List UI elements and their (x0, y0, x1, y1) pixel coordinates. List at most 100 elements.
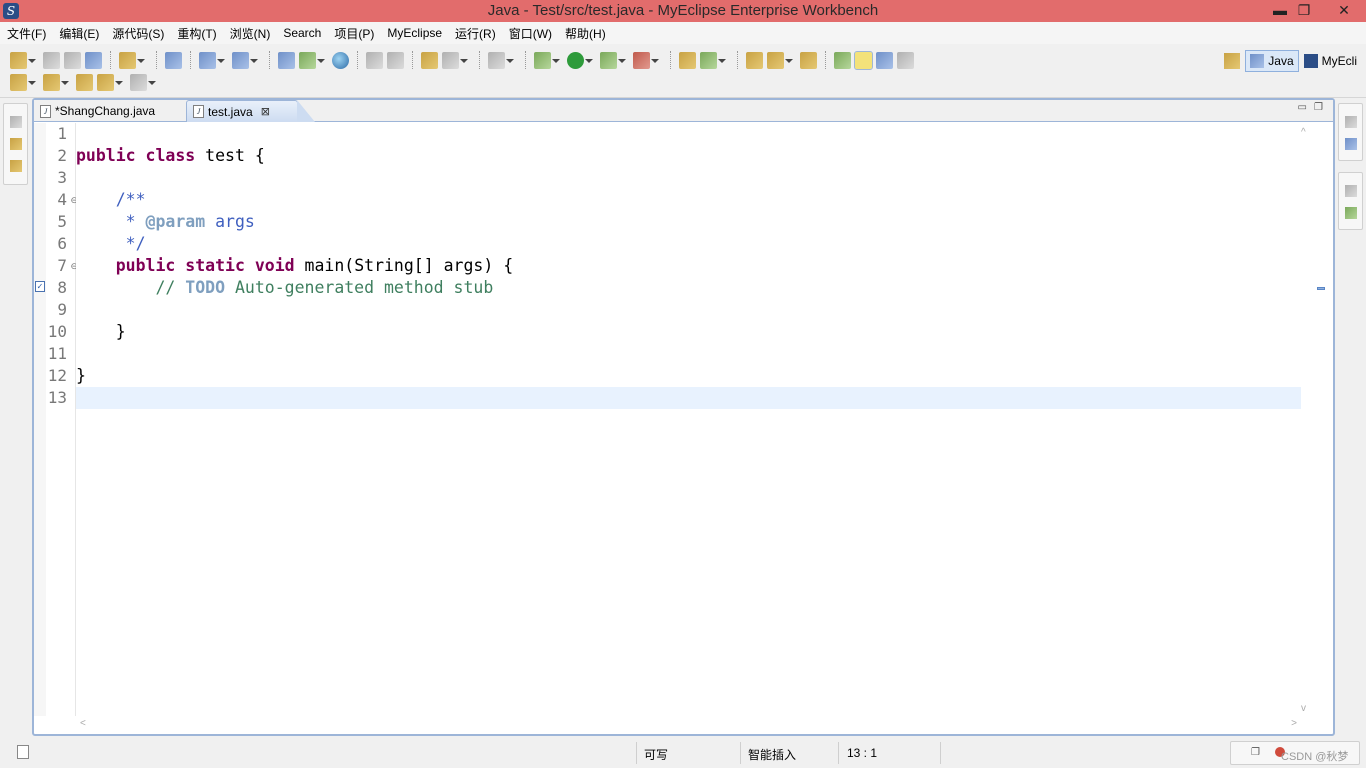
menu-search[interactable]: Search (283, 26, 321, 40)
fast-view-icon[interactable] (17, 745, 29, 759)
folder-icon[interactable] (800, 51, 817, 69)
line-number: 4 (57, 190, 67, 209)
edit-icon[interactable] (366, 51, 383, 69)
line-number: 8 (57, 278, 67, 297)
task-overview-marker[interactable] (1317, 287, 1325, 290)
next-annotation-icon[interactable] (10, 73, 36, 91)
line-number: 1 (57, 124, 67, 143)
mark-occurrences-icon[interactable] (854, 50, 873, 70)
vertical-scrollbar[interactable]: ^ v (1301, 123, 1309, 716)
scroll-right-icon[interactable]: > (1291, 718, 1297, 729)
keyword: public (76, 146, 136, 165)
annotation-gutter: ✓ (34, 123, 46, 716)
comment-text: Auto-generated method stub (225, 278, 494, 297)
package-explorer-icon[interactable] (10, 138, 22, 150)
forward-arrow-icon[interactable] (130, 73, 156, 91)
hierarchy-icon[interactable] (10, 160, 22, 172)
horizontal-scrollbar[interactable]: < > (76, 716, 1301, 734)
menu-help[interactable]: 帮助(H) (565, 25, 606, 42)
menu-refactor[interactable]: 重构(T) (177, 25, 216, 42)
task-list-leaf-icon[interactable] (1345, 207, 1357, 219)
block-selection-icon[interactable] (876, 51, 893, 69)
comment-text: // (155, 278, 186, 297)
scroll-down-icon[interactable]: v (1301, 703, 1306, 714)
menu-window[interactable]: 窗口(W) (509, 25, 552, 42)
restore-view-icon[interactable]: ❐ (1251, 747, 1260, 758)
close-tab-icon[interactable]: ⊠ (261, 105, 270, 118)
previous-annotation-icon[interactable] (43, 73, 69, 91)
menu-edit[interactable]: 编辑(E) (59, 25, 99, 42)
search-icon[interactable] (199, 51, 225, 69)
keyword: public (115, 256, 176, 275)
restore-button[interactable]: ❐ (1290, 1, 1318, 19)
line-number: 12 (47, 366, 67, 385)
menu-navigate[interactable]: 浏览(N) (230, 25, 271, 42)
debug-bug-icon[interactable] (534, 51, 560, 69)
open-perspective-icon[interactable] (1224, 53, 1241, 69)
coverage-icon[interactable] (600, 51, 626, 69)
menu-run[interactable]: 运行(R) (455, 25, 496, 42)
javadoc-tag: @param (145, 212, 206, 231)
menu-file[interactable]: 文件(F) (7, 25, 46, 42)
run-icon[interactable] (567, 51, 593, 69)
code-line: } (76, 321, 1301, 343)
restore-view-icon[interactable] (10, 116, 22, 128)
web-search-icon[interactable] (232, 51, 258, 69)
tab-test-java[interactable]: J test.java ⊠ (186, 100, 315, 122)
toolbar-separator (357, 51, 358, 69)
browser-globe-icon[interactable] (332, 51, 349, 69)
save-all-icon[interactable] (64, 51, 81, 69)
code-line: * @param args (76, 211, 1301, 233)
refresh-icon[interactable] (387, 51, 404, 69)
restore-view-icon[interactable] (1345, 185, 1357, 197)
toolbar-separator (110, 51, 111, 69)
new-wizard-icon[interactable] (10, 51, 36, 69)
show-whitespace-icon[interactable] (897, 51, 914, 69)
tab-label: *ShangChang.java (55, 104, 156, 118)
new-class-icon[interactable] (700, 51, 726, 69)
myeclipse-perspective-label: MyEcli (1321, 54, 1357, 68)
scroll-left-icon[interactable]: < (80, 718, 86, 729)
keyword: void (254, 256, 295, 275)
maximize-editor-icon[interactable]: ❐ (1314, 102, 1323, 113)
restore-view-icon[interactable] (1345, 116, 1357, 128)
last-edit-location-icon[interactable] (76, 73, 93, 91)
myeclipse-perspective-button[interactable]: MyEcli (1299, 50, 1362, 72)
menu-project[interactable]: 项目(P) (334, 25, 374, 42)
menu-myeclipse[interactable]: MyEclipse (387, 26, 442, 40)
new-web-project-icon[interactable] (119, 51, 145, 69)
minimize-editor-icon[interactable]: ▭ (1298, 102, 1307, 113)
code-line: /** (76, 189, 1301, 211)
external-tools-icon[interactable] (633, 51, 659, 69)
print-icon[interactable] (85, 51, 102, 69)
java-perspective-icon (1250, 54, 1265, 68)
right-trim-stack (1338, 103, 1363, 161)
report-icon[interactable] (442, 51, 468, 69)
code-line: public static void main(String[] args) { (76, 255, 1301, 277)
camera-icon[interactable] (488, 51, 514, 69)
java-perspective-button[interactable]: Java (1245, 50, 1299, 72)
java-file-icon: J (193, 105, 204, 118)
deploy-icon[interactable] (278, 51, 295, 69)
run-server-icon[interactable] (299, 51, 325, 69)
task-marker-icon[interactable]: ✓ (35, 281, 45, 292)
outline-icon[interactable] (1345, 138, 1357, 150)
open-type-icon[interactable] (165, 51, 182, 69)
tab-shangchang-java[interactable]: J *ShangChang.java (34, 100, 184, 122)
open-perspective-icon[interactable] (421, 51, 438, 69)
close-window-button[interactable]: ✕ (1324, 1, 1364, 19)
open-folder-icon[interactable] (746, 51, 763, 69)
save-icon[interactable] (43, 51, 60, 69)
todo-tag: TODO (185, 278, 226, 297)
menu-source[interactable]: 源代码(S) (112, 25, 164, 42)
pin-icon[interactable] (834, 51, 851, 69)
overview-ruler (1309, 123, 1333, 716)
java-perspective-label: Java (1268, 54, 1294, 68)
code-text-area[interactable]: public class test { /** * @param args */… (76, 123, 1301, 716)
java-file-icon: J (40, 104, 51, 118)
new-package-icon[interactable] (679, 51, 696, 69)
right-trim-stack-2 (1338, 172, 1363, 230)
scroll-up-icon[interactable]: ^ (1301, 127, 1306, 138)
back-arrow-icon[interactable] (97, 73, 123, 91)
brush-icon[interactable] (767, 51, 793, 69)
